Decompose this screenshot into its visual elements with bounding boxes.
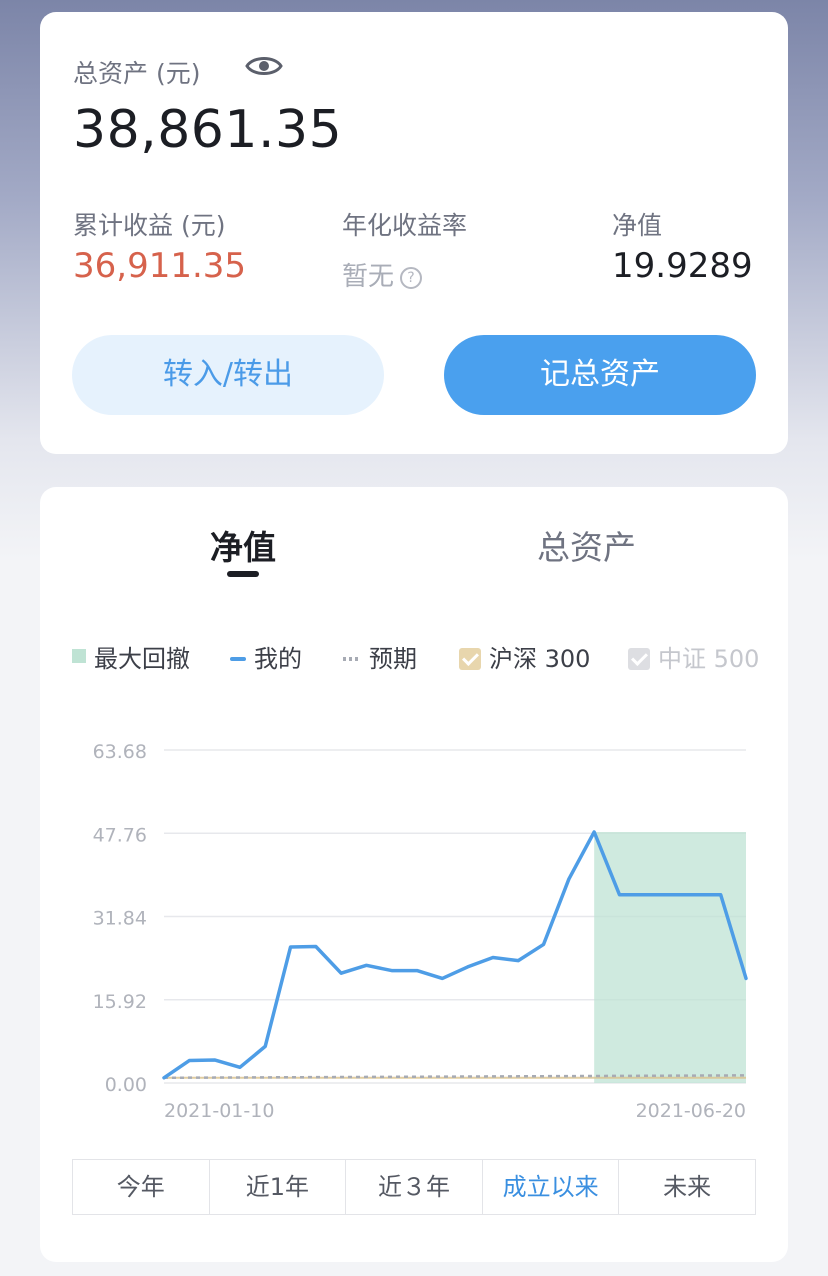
- record-assets-button[interactable]: 记总资产: [444, 335, 756, 415]
- y-tick-label: 0.00: [105, 1074, 147, 1096]
- period-three-year[interactable]: 近３年: [346, 1160, 483, 1214]
- cumulative-return-label: 累计收益 (元): [73, 211, 226, 240]
- period-future[interactable]: 未来: [619, 1160, 755, 1214]
- tab-total-assets[interactable]: 总资产: [537, 521, 636, 569]
- cumulative-return-value: 36,911.35: [73, 246, 247, 286]
- legend-expected[interactable]: 预期: [343, 639, 417, 674]
- total-assets-value: 38,861.35: [73, 100, 343, 160]
- annualized-return-label: 年化收益率: [342, 211, 468, 240]
- checkbox-checked-icon[interactable]: [459, 648, 481, 670]
- eye-icon[interactable]: [244, 52, 284, 80]
- line-swatch-icon: [230, 657, 246, 661]
- max-drawdown-area: [594, 831, 746, 1083]
- legend-max-drawdown-label: 最大回撤: [94, 645, 190, 673]
- y-tick-label: 47.76: [93, 824, 147, 846]
- asset-summary-card: 总资产 (元) 38,861.35 累计收益 (元) 36,911.35 年化收…: [40, 12, 788, 454]
- legend-zz500[interactable]: 中证 500: [628, 639, 759, 674]
- nav-line-chart[interactable]: 0.00 15.92 31.84 47.76 63.68 2021-01-10 2021-0…: [40, 707, 788, 1147]
- tab-active-indicator: [227, 571, 259, 577]
- annualized-return-text: 暂无: [342, 262, 395, 292]
- legend-hs300-label: 沪深 300: [489, 645, 591, 673]
- help-icon[interactable]: ?: [400, 267, 423, 289]
- total-assets-label: 总资产 (元): [73, 59, 201, 88]
- y-tick-label: 31.84: [93, 908, 147, 930]
- legend-max-drawdown[interactable]: 最大回撤: [72, 639, 190, 674]
- nav-label: 净值: [612, 211, 663, 240]
- drawdown-swatch-icon: [72, 649, 86, 663]
- legend-mine[interactable]: 我的: [230, 639, 302, 674]
- legend-hs300[interactable]: 沪深 300: [459, 639, 590, 674]
- legend-expected-label: 预期: [369, 645, 417, 673]
- legend-mine-label: 我的: [254, 645, 302, 673]
- nav-value: 19.9289: [612, 246, 753, 286]
- transfer-button[interactable]: 转入/转出: [72, 335, 384, 415]
- period-selector: 今年 近1年 近３年 成立以来 未来: [72, 1159, 756, 1215]
- dotted-line-swatch-icon: [343, 657, 361, 661]
- chart-card: 净值 总资产 最大回撤 我的 预期 沪深 300 中证 500 0.00 15.9…: [40, 487, 788, 1262]
- legend-zz500-label: 中证 500: [658, 645, 760, 673]
- x-end-label: 2021-06-20: [636, 1100, 746, 1122]
- annualized-return-value: 暂无?: [342, 256, 423, 293]
- tab-nav[interactable]: 净值: [210, 521, 276, 569]
- x-start-label: 2021-01-10: [164, 1100, 274, 1122]
- period-since-inception[interactable]: 成立以来: [483, 1160, 620, 1214]
- checkbox-disabled-icon[interactable]: [628, 648, 650, 670]
- y-tick-label: 15.92: [93, 991, 147, 1013]
- y-tick-label: 63.68: [93, 741, 147, 763]
- period-this-year[interactable]: 今年: [73, 1160, 210, 1214]
- period-one-year[interactable]: 近1年: [210, 1160, 347, 1214]
